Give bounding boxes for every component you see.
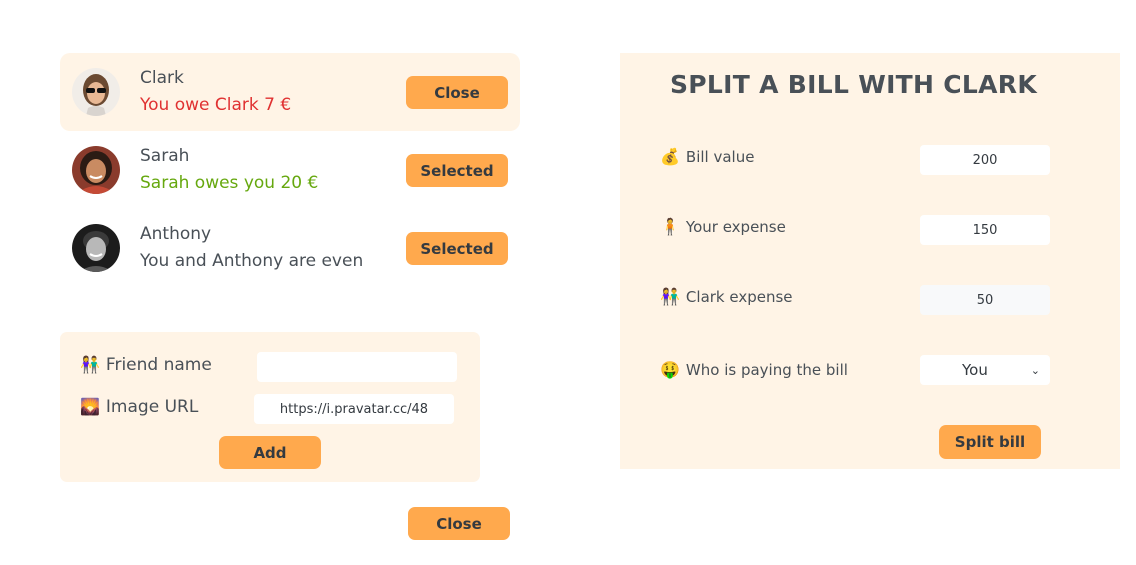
friend-name: Anthony <box>140 224 212 244</box>
your-expense-label: 🧍 Your expense <box>660 217 786 236</box>
bill-value-label: 💰 Bill value <box>660 147 755 166</box>
balance-status: You and Anthony are even <box>140 251 364 271</box>
friend-expense-label: 👫 Clark expense <box>660 287 793 306</box>
image-url-input[interactable]: https://i.pravatar.cc/48 <box>254 394 454 424</box>
people-holding-hands-icon: 👫 <box>660 287 680 306</box>
sunrise-image-icon: 🌄 <box>80 397 100 416</box>
image-url-label: 🌄 Image URL <box>80 397 199 417</box>
split-bill-button[interactable]: Split bill <box>939 425 1041 459</box>
avatar <box>72 68 120 116</box>
chevron-down-icon: ⌄ <box>1030 363 1040 377</box>
money-mouth-face-icon: 🤑 <box>660 360 680 379</box>
people-holding-hands-icon: 👫 <box>80 355 100 374</box>
friend-item-clark: Clark You owe Clark 7 € Close <box>60 53 520 131</box>
payer-selected-value: You <box>962 361 988 379</box>
split-bill-form: SPLIT A BILL WITH CLARK 💰 Bill value 200… <box>620 53 1120 469</box>
select-friend-button[interactable]: Selected <box>406 154 508 187</box>
friend-item-anthony: Anthony You and Anthony are even Selecte… <box>60 209 520 287</box>
page-title: SPLIT A BILL WITH CLARK <box>670 70 1037 99</box>
friend-name: Clark <box>140 68 184 88</box>
person-standing-icon: 🧍 <box>660 217 680 236</box>
friend-expense-input: 50 <box>920 285 1050 315</box>
select-friend-button[interactable]: Selected <box>406 232 508 265</box>
avatar <box>72 146 120 194</box>
payer-label: 🤑 Who is paying the bill <box>660 360 848 379</box>
friend-item-sarah: Sarah Sarah owes you 20 € Selected <box>60 131 520 209</box>
add-friend-button[interactable]: Add <box>219 436 321 469</box>
money-bag-icon: 💰 <box>660 147 680 166</box>
add-friend-form: 👫 Friend name 🌄 Image URL https://i.prav… <box>60 332 480 482</box>
bill-value-input[interactable]: 200 <box>920 145 1050 175</box>
your-expense-input[interactable]: 150 <box>920 215 1050 245</box>
balance-status: Sarah owes you 20 € <box>140 173 319 193</box>
payer-select[interactable]: You ⌄ <box>920 355 1050 385</box>
close-friend-button[interactable]: Close <box>406 76 508 109</box>
friend-name-label: 👫 Friend name <box>80 355 212 375</box>
balance-status: You owe Clark 7 € <box>140 95 292 115</box>
friend-name: Sarah <box>140 146 190 166</box>
avatar <box>72 224 120 272</box>
close-form-button[interactable]: Close <box>408 507 510 540</box>
friend-name-input[interactable] <box>257 352 457 382</box>
